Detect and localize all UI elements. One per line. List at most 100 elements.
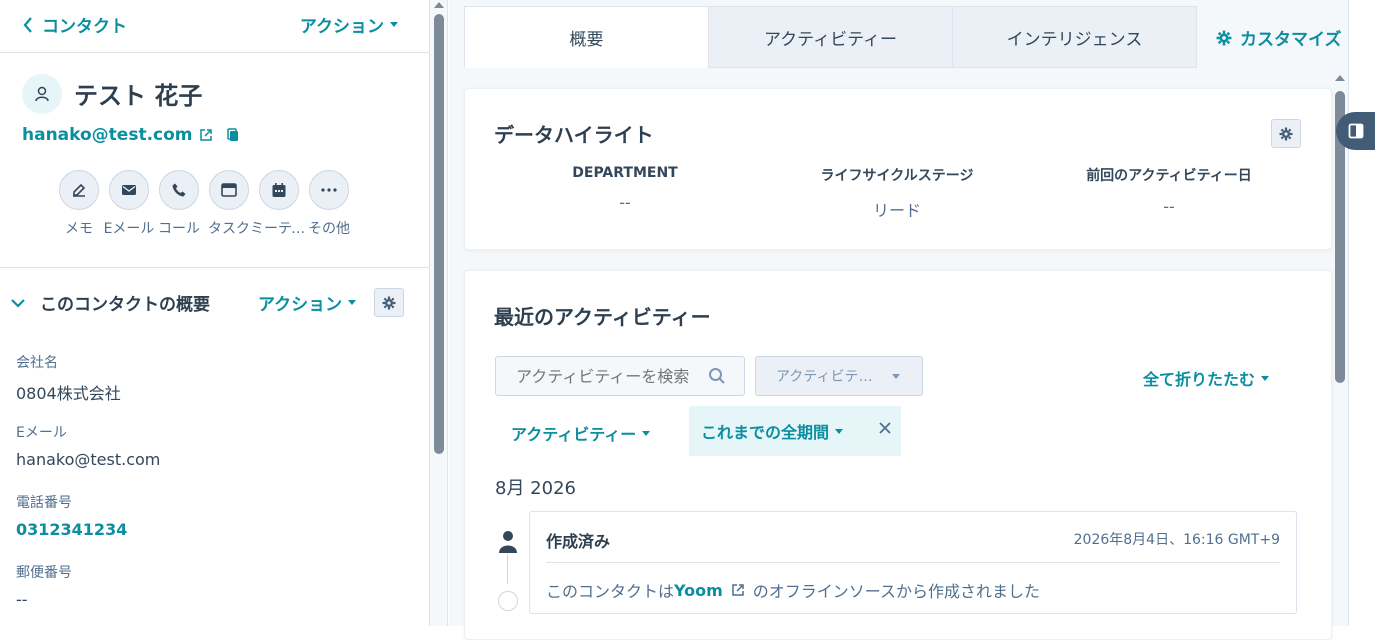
sidebar-scrollbar[interactable]: [430, 0, 448, 626]
property-label: 会社名: [16, 355, 58, 371]
activity-type-filter[interactable]: アクティビテ…: [755, 356, 923, 396]
external-link-icon[interactable]: [199, 128, 213, 142]
activity-entry-date: 2026年8月4日、16:16 GMT+9: [1073, 532, 1280, 548]
property-value[interactable]: hanako@test.com: [16, 450, 160, 469]
property-label: 郵便番号: [16, 565, 72, 581]
more-icon: [321, 188, 337, 192]
chevron-down-icon: [11, 298, 25, 308]
property-value[interactable]: --: [16, 590, 72, 609]
panel-icon: [1348, 123, 1364, 139]
email-action-button[interactable]: Eメール: [104, 170, 154, 238]
contact-name: テスト 花子: [74, 82, 203, 110]
quick-actions: メモ Eメール コール タスク ミーティング その他: [58, 170, 350, 238]
person-icon: [499, 531, 517, 553]
highlight-value: --: [1163, 197, 1175, 216]
collapse-all-label: 全て折りたたむ: [1143, 370, 1256, 389]
scrollbar-thumb[interactable]: [434, 14, 444, 454]
customize-label: カスタマイズ: [1240, 30, 1342, 50]
activity-filter-dropdown[interactable]: アクティビティー: [511, 421, 651, 445]
contact-email-row: hanako@test.com: [22, 125, 241, 145]
contact-sidebar: コンタクト アクション テスト 花子 hanako@test.com メモ Eメ…: [0, 0, 430, 626]
about-section-toggle[interactable]: このコンタクトの概要: [10, 290, 210, 315]
email-icon: [122, 185, 136, 195]
activity-search-input[interactable]: [516, 366, 696, 386]
data-highlights-card: データハイライト DEPARTMENT -- ライフサイクルステージ リード 前…: [464, 88, 1332, 250]
highlight-lifecycle-stage: ライフサイクルステージ リード: [767, 165, 1027, 221]
copy-icon[interactable]: [225, 127, 241, 143]
back-to-contacts-link[interactable]: コンタクト: [22, 12, 127, 37]
meeting-action-button[interactable]: ミーティング: [250, 170, 308, 238]
recent-activity-title: 最近のアクティビティー: [494, 305, 711, 329]
main-scrollbar[interactable]: [1333, 70, 1347, 626]
property-email: Eメール hanako@test.com: [16, 422, 160, 469]
edit-icon: [73, 183, 86, 197]
main-content: 概要 アクティビティー インテリジェンス カスタマイズ データハイライト DEP…: [449, 0, 1375, 640]
highlight-key: DEPARTMENT: [572, 165, 678, 181]
activity-entry-body: このコンタクトは Yoom のオフラインソースから作成されました: [546, 578, 1040, 602]
contact-email-link[interactable]: hanako@test.com: [22, 125, 193, 145]
caret-down-icon: [390, 22, 398, 27]
property-phone: 電話番号 0312341234: [16, 492, 127, 539]
highlight-department: DEPARTMENT --: [495, 165, 755, 212]
recent-activity-card: 最近のアクティビティー アクティビテ… 全て折りたたむ アクティビティー これま…: [464, 270, 1332, 640]
activity-search[interactable]: [495, 356, 745, 396]
body-prefix: このコンタクトは: [546, 582, 675, 601]
note-action-button[interactable]: メモ: [58, 170, 100, 238]
caret-down-icon: [1261, 375, 1270, 381]
period-label: これまでの全期間: [701, 423, 830, 442]
property-label: 電話番号: [16, 495, 72, 511]
more-action-button[interactable]: その他: [308, 170, 350, 238]
activity-entry[interactable]: 作成済み 2026年8月4日、16:16 GMT+9 このコンタクトは Yoom…: [529, 511, 1297, 614]
calendar-icon: [272, 183, 286, 197]
task-action-button[interactable]: タスク: [208, 170, 250, 238]
highlight-last-activity: 前回のアクティビティー日 --: [1039, 165, 1299, 216]
highlight-value: --: [619, 193, 631, 212]
call-action-button[interactable]: コール: [158, 170, 200, 238]
highlight-key: ライフサイクルステージ: [820, 168, 974, 184]
gear-icon: [382, 296, 396, 309]
avatar: [22, 74, 62, 114]
tab-intelligence[interactable]: インテリジェンス: [952, 6, 1197, 68]
caret-down-icon: [892, 373, 901, 379]
about-actions-label: アクション: [258, 295, 343, 315]
scroll-up-arrow[interactable]: [1335, 75, 1345, 81]
about-section-title: このコンタクトの概要: [40, 295, 210, 315]
phone-icon: [172, 183, 186, 197]
property-company: 会社名 0804株式会社: [16, 352, 121, 404]
tab-overview[interactable]: 概要: [464, 6, 709, 68]
sidebar-topbar: コンタクト アクション: [0, 0, 429, 53]
top-actions-label: アクション: [299, 17, 384, 37]
person-icon: [35, 86, 49, 102]
highlights-title: データハイライト: [494, 123, 654, 147]
search-icon[interactable]: [708, 367, 726, 385]
top-actions-dropdown[interactable]: アクション: [300, 12, 398, 37]
property-label: Eメール: [16, 425, 67, 441]
external-link-icon[interactable]: [731, 583, 745, 597]
caret-down-icon: [835, 428, 844, 434]
scroll-up-arrow[interactable]: [434, 2, 444, 8]
meeting-action-label: ミーティング: [250, 221, 308, 237]
highlights-settings-button[interactable]: [1271, 119, 1301, 148]
task-icon: [221, 183, 237, 197]
property-value[interactable]: 0804株式会社: [16, 380, 121, 404]
collapse-all-dropdown[interactable]: 全て折りたたむ: [1143, 366, 1270, 390]
tab-bar: 概要 アクティビティー インテリジェンス: [464, 6, 1197, 68]
customize-button[interactable]: カスタマイズ: [1216, 25, 1342, 50]
timeline-dot: [498, 591, 518, 611]
divider: [546, 562, 1280, 563]
about-settings-button[interactable]: [374, 288, 404, 317]
close-icon[interactable]: [877, 420, 893, 436]
activity-entry-title: 作成済み: [546, 532, 611, 551]
source-link[interactable]: Yoom: [674, 581, 723, 600]
period-filter-chip[interactable]: これまでの全期間: [689, 406, 901, 456]
about-actions-dropdown[interactable]: アクション: [258, 290, 357, 315]
phone-link[interactable]: 0312341234: [16, 520, 127, 539]
right-rail: [1348, 0, 1375, 626]
activity-type-filter-label: アクティビテ…: [776, 369, 873, 385]
activity-filter-label: アクティビティー: [511, 425, 637, 444]
gear-icon: [1279, 127, 1293, 140]
caret-down-icon: [348, 300, 357, 305]
tab-activity[interactable]: アクティビティー: [708, 6, 953, 68]
highlight-key: 前回のアクティビティー日: [1086, 168, 1252, 184]
sidebar-toggle-button[interactable]: [1336, 112, 1375, 150]
